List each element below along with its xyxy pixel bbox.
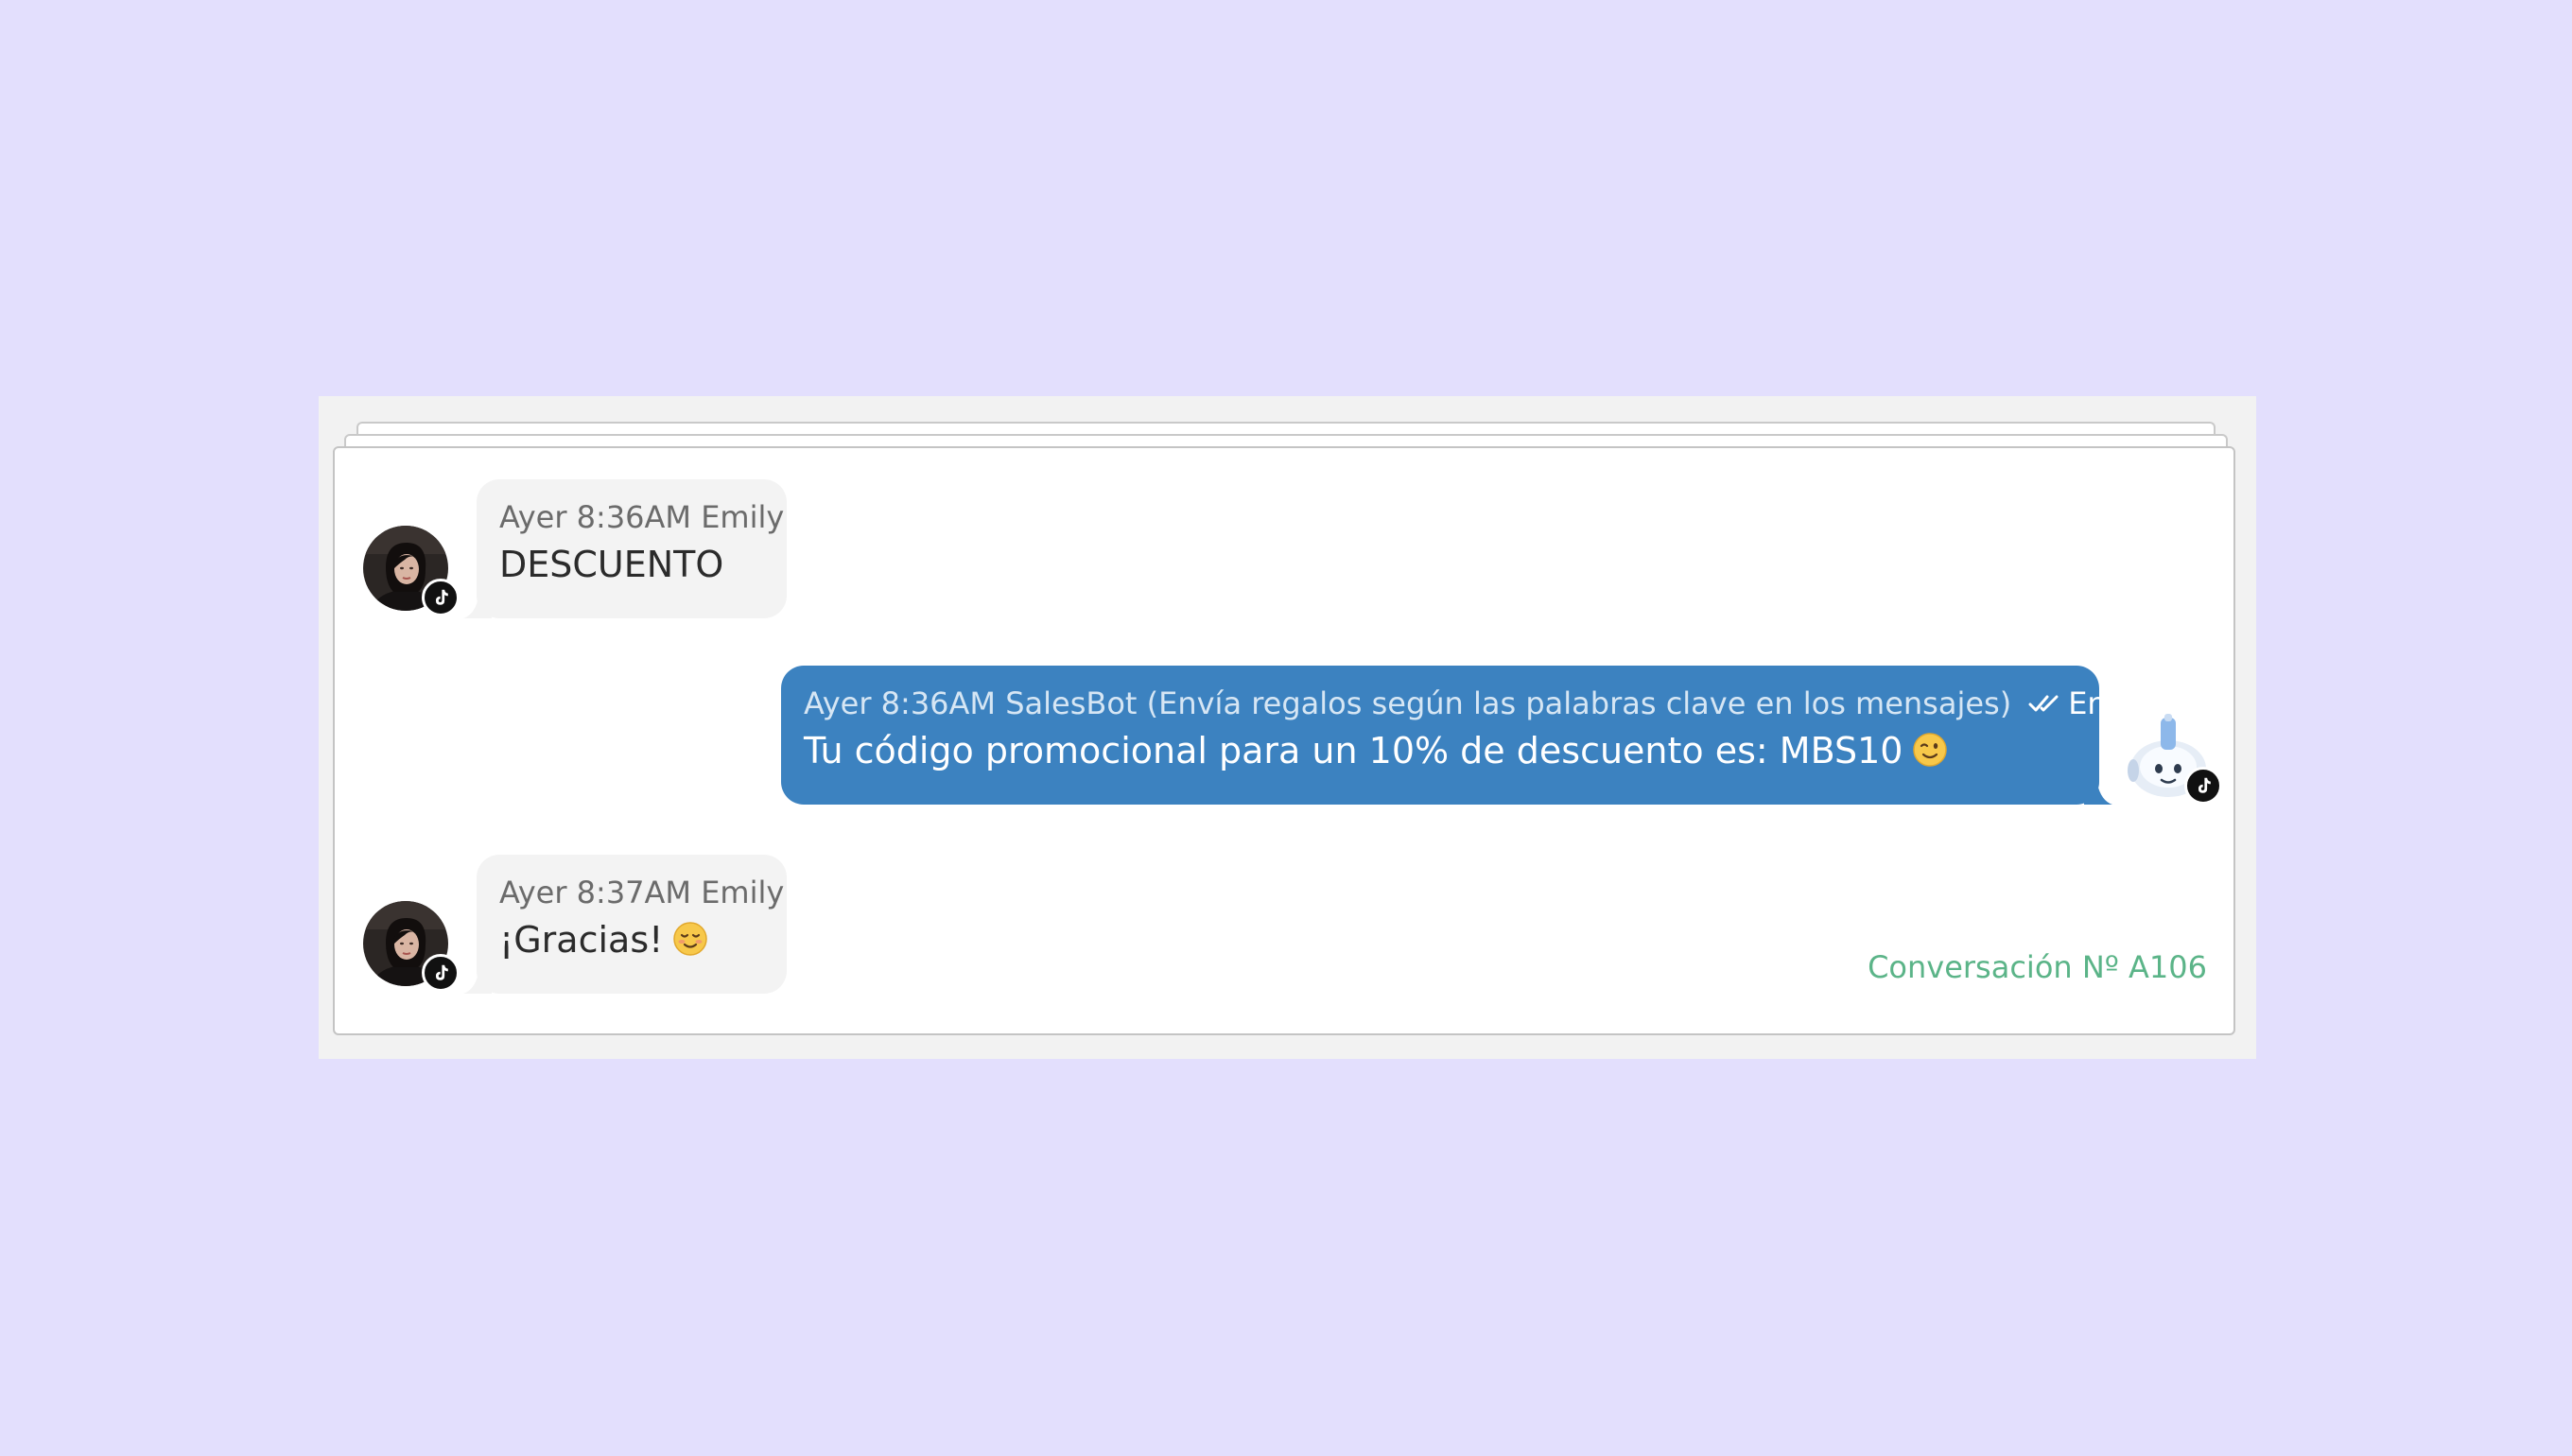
message-text: ¡Gracias! — [499, 916, 762, 963]
tiktok-icon — [422, 579, 460, 616]
bot-avatar[interactable] — [2126, 714, 2222, 805]
double-check-icon — [2028, 695, 2059, 712]
conversation-card: Ayer 8:36AM Emily DESCUENTO Ayer 8:36AM … — [333, 446, 2235, 1035]
message-text-content: ¡Gracias! — [499, 919, 664, 961]
bubble-tail — [463, 973, 492, 994]
bubble-tail — [2084, 784, 2112, 805]
message-meta: Ayer 8:37AM Emily — [499, 875, 785, 910]
message-meta-text: Ayer 8:36AM SalesBot (Envía regalos segú… — [804, 685, 2012, 721]
winking-face-emoji — [1913, 733, 1948, 767]
tiktok-icon — [422, 954, 460, 992]
incoming-message-bubble[interactable]: Ayer 8:37AM Emily ¡Gracias! — [463, 855, 787, 994]
message-text: DESCUENTO — [499, 544, 724, 585]
message-meta: Ayer 8:36AM Emily — [499, 499, 785, 535]
message-meta: Ayer 8:36AM SalesBot (Envía regalos segú… — [804, 685, 2224, 722]
bubble-tail — [463, 598, 492, 618]
incoming-message-bubble[interactable]: Ayer 8:36AM Emily DESCUENTO — [463, 479, 787, 618]
message-text-content: Tu código promocional para un 10% de des… — [804, 730, 1903, 771]
smiling-face-emoji — [673, 922, 708, 956]
outgoing-message-bubble[interactable]: Ayer 8:36AM SalesBot (Envía regalos segú… — [781, 666, 2224, 805]
user-avatar[interactable] — [363, 526, 460, 616]
user-avatar[interactable] — [363, 901, 460, 992]
message-text: Tu código promocional para un 10% de des… — [804, 727, 2075, 774]
conversation-id: Conversación Nº A106 — [1868, 949, 2207, 985]
tiktok-icon — [2184, 767, 2222, 805]
